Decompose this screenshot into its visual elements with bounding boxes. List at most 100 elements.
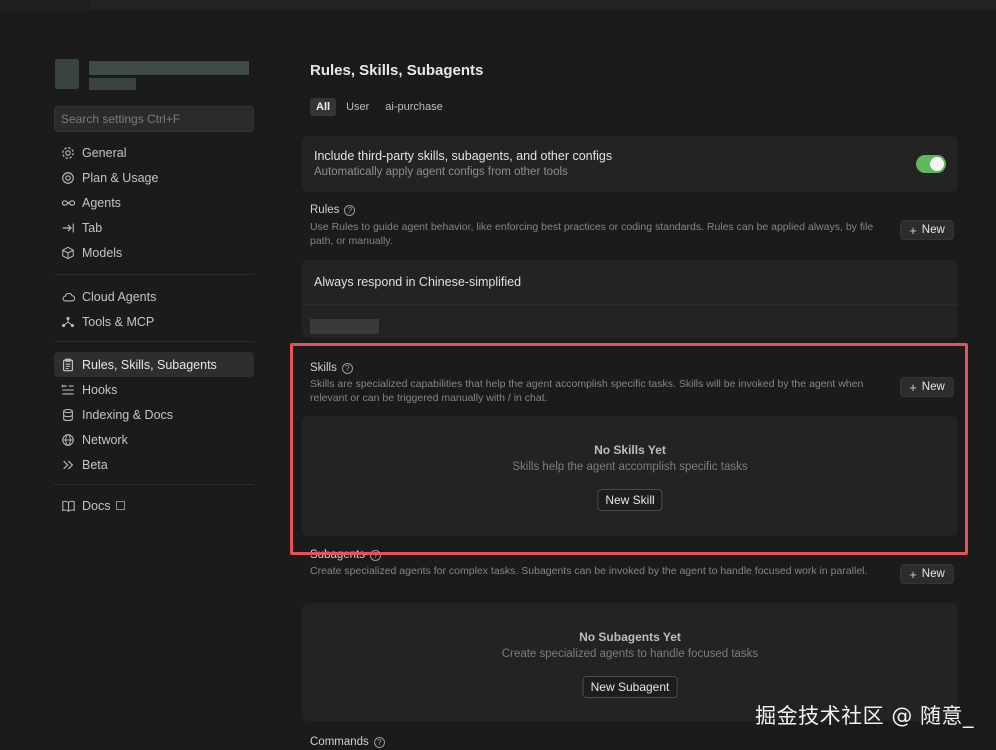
sidebar-item-label: Cloud Agents [82, 289, 157, 304]
new-skill-button[interactable]: New Skill [597, 489, 663, 511]
skills-section-title: Skills ? [310, 362, 353, 374]
sidebar-item-rules-skills-subagents[interactable]: Rules, Skills, Subagents [54, 352, 254, 377]
new-rule-label: New [921, 224, 945, 236]
rules-title-text: Rules [310, 204, 340, 216]
page-title: Rules, Skills, Subagents [310, 62, 484, 79]
help-icon[interactable]: ? [370, 549, 381, 561]
sidebar-divider [54, 341, 254, 342]
commands-title-text: Commands [310, 736, 369, 748]
window-tab-bar [0, 0, 996, 10]
subagents-empty-title: No Subagents Yet [579, 630, 681, 644]
help-icon[interactable]: ? [341, 362, 353, 374]
nav-group-cloud: Cloud Agents Tools & MCP [54, 284, 254, 334]
nav-group-config: Rules, Skills, Subagents Hooks Indexing … [54, 352, 254, 477]
plus-icon: + [909, 222, 917, 238]
rules-divider [302, 304, 958, 305]
sidebar-item-label: Agents [82, 195, 121, 210]
sidebar-item-label: Models [82, 245, 123, 260]
sidebar-divider [54, 274, 254, 275]
sidebar-item-label: Docs [82, 498, 111, 513]
redacted-account-plan [89, 78, 136, 90]
new-subagent-label: New [921, 568, 945, 580]
search-settings-field[interactable] [54, 106, 254, 132]
new-skill-label: New [921, 381, 945, 393]
sidebar-item-general[interactable]: General [54, 140, 254, 165]
active-tab[interactable] [0, 0, 90, 10]
help-icon[interactable]: ? [344, 204, 356, 216]
clipboard-icon [60, 357, 76, 373]
subagents-description: Create specialized agents for complex ta… [310, 565, 868, 577]
rules-section-title: Rules ? [310, 204, 356, 216]
sidebar-item-indexing-docs[interactable]: Indexing & Docs [54, 402, 254, 427]
skills-title-text: Skills [310, 362, 337, 374]
watermark: 掘金技术社区 @ 随意_ [755, 704, 974, 728]
help-icon[interactable]: ? [373, 736, 385, 748]
nav-group-general: General Plan & Usage Agents Tab Models [54, 140, 254, 265]
new-subagent-button[interactable]: New Subagent [582, 676, 678, 698]
redacted-rule [310, 319, 379, 334]
filter-user[interactable]: User [340, 98, 375, 116]
new-rule-button[interactable]: + New [900, 220, 954, 240]
globe-icon [60, 432, 76, 448]
skills-description: Skills are specialized capabilities that… [310, 378, 864, 404]
sidebar-item-beta[interactable]: Beta [54, 452, 254, 477]
book-icon [60, 498, 76, 514]
sidebar-item-label: Tools & MCP [82, 314, 155, 329]
new-skill-top-button[interactable]: + New [900, 377, 954, 397]
tab-strip [90, 0, 996, 10]
cube-icon [60, 245, 76, 261]
commands-section-title: Commands ? [310, 736, 385, 748]
search-input[interactable] [61, 112, 247, 126]
cloud-icon [60, 289, 76, 305]
sidebar-item-agents[interactable]: Agents [54, 190, 254, 215]
sidebar-item-label: Beta [82, 457, 108, 472]
new-subagent-top-button[interactable]: + New [900, 564, 954, 584]
external-link-icon [116, 501, 126, 510]
hooks-icon [60, 382, 76, 398]
third-party-title: Include third-party skills, subagents, a… [314, 149, 613, 163]
nav-group-docs: Docs [54, 493, 254, 518]
skills-empty-state: No Skills Yet Skills help the agent acco… [302, 416, 958, 536]
subagents-section-title: Subagents ? [310, 549, 381, 561]
sidebar-item-label: Plan & Usage [82, 170, 159, 185]
skills-empty-subtitle: Skills help the agent accomplish specifi… [512, 461, 748, 473]
redacted-account-name [89, 61, 249, 75]
filter-all[interactable]: All [310, 98, 337, 116]
plus-icon: + [909, 566, 917, 582]
infinity-icon [60, 195, 76, 211]
subagents-title-text: Subagents [310, 549, 365, 561]
sidebar-item-label: General [82, 145, 127, 160]
sidebar-item-models[interactable]: Models [54, 240, 254, 265]
sidebar-item-hooks[interactable]: Hooks [54, 377, 254, 402]
gear-icon [60, 145, 76, 161]
third-party-configs-card: Include third-party skills, subagents, a… [302, 136, 958, 192]
rules-list: Always respond in Chinese-simplified [302, 260, 958, 338]
chevrons-icon [60, 457, 76, 473]
sidebar-item-label: Network [82, 432, 128, 447]
rule-item[interactable]: Always respond in Chinese-simplified [314, 275, 521, 289]
sidebar-item-network[interactable]: Network [54, 427, 254, 452]
sidebar-item-tab[interactable]: Tab [54, 215, 254, 240]
sidebar-item-cloud-agents[interactable]: Cloud Agents [54, 284, 254, 309]
rules-description: Use Rules to guide agent behavior, like … [310, 221, 874, 247]
skills-empty-title: No Skills Yet [594, 443, 666, 457]
sidebar-item-label: Indexing & Docs [82, 407, 174, 422]
sidebar-divider [54, 484, 254, 485]
tab-arrow-icon [60, 220, 76, 236]
sidebar-item-docs[interactable]: Docs [54, 493, 254, 518]
scope-filter-tabs: All User ai-purchase [310, 98, 449, 116]
nodes-icon [60, 314, 76, 330]
sidebar-item-label: Tab [82, 220, 103, 235]
toggle-knob [930, 157, 944, 171]
avatar[interactable] [55, 59, 79, 89]
third-party-toggle[interactable] [916, 155, 946, 173]
gauge-icon [60, 170, 76, 186]
plus-icon: + [909, 379, 917, 395]
sidebar-item-label: Rules, Skills, Subagents [82, 357, 217, 372]
third-party-subtitle: Automatically apply agent configs from o… [314, 166, 568, 178]
sidebar-item-tools-mcp[interactable]: Tools & MCP [54, 309, 254, 334]
database-icon [60, 407, 76, 423]
sidebar-item-plan-usage[interactable]: Plan & Usage [54, 165, 254, 190]
filter-project[interactable]: ai-purchase [379, 98, 448, 116]
sidebar-item-label: Hooks [82, 382, 118, 397]
